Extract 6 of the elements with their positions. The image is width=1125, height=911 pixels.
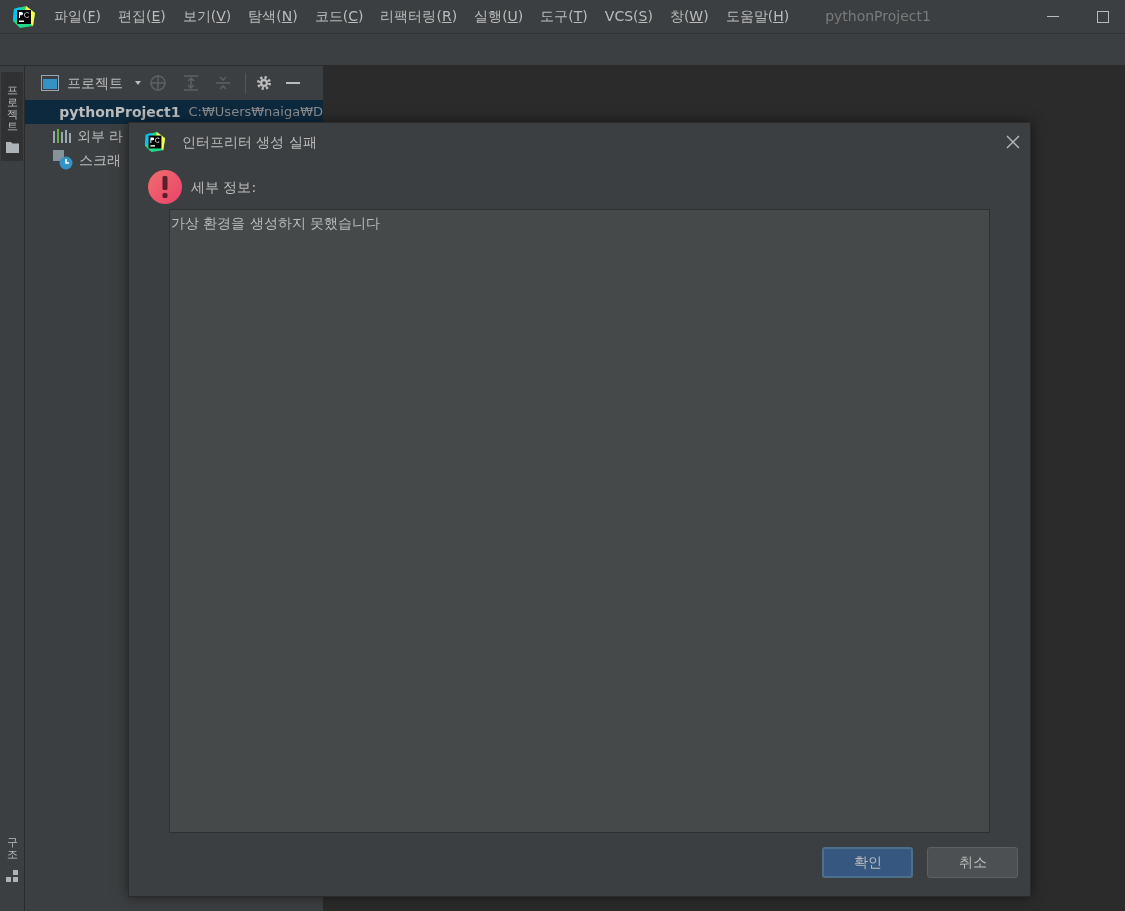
details-label: 세부 정보:: [191, 177, 257, 197]
path-text: C:₩Users₩naiga₩D: [188, 103, 323, 122]
side-tab-label: 구조: [5, 834, 19, 863]
side-tab-label: 프로젝트: [5, 83, 19, 136]
window-title: pythonProject1: [825, 7, 931, 26]
dialog-title: 인터프리터 생성 실패: [182, 132, 317, 152]
